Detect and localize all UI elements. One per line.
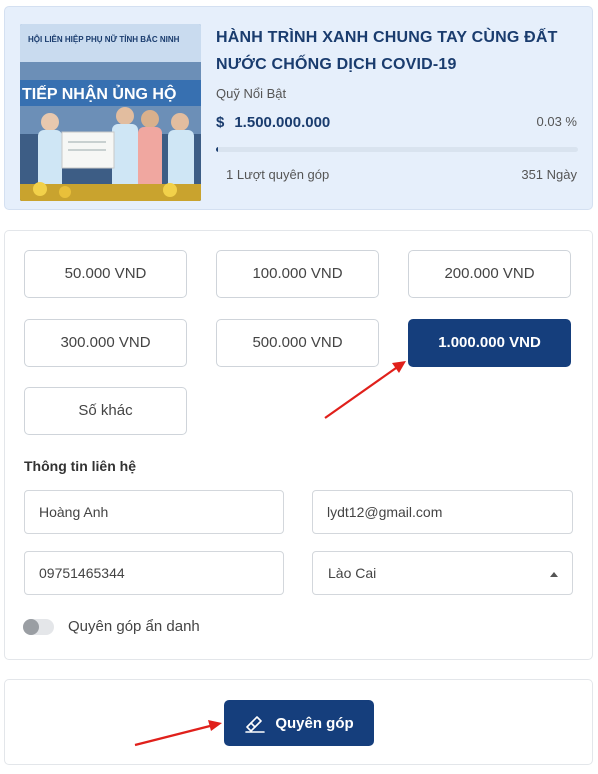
campaign-photo: HỘI LIÊN HIỆP PHỤ NỮ TỈNH BẮC NINH TIẾP … — [20, 24, 201, 201]
hand-heart-icon — [244, 712, 266, 734]
email-field[interactable] — [312, 490, 573, 534]
amount-option-other[interactable]: Số khác — [24, 387, 187, 435]
campaign-amount-raised: $1.500.000.000 — [216, 114, 330, 131]
campaign-organization: Quỹ Nổi Bật — [216, 86, 287, 101]
province-select-value: Lào Cai — [328, 565, 377, 581]
campaign-donor-count: 1 Lượt quyên góp — [226, 167, 330, 182]
submit-card: Quyên góp — [4, 679, 593, 765]
donate-button[interactable]: Quyên góp — [224, 700, 374, 746]
donate-button-label: Quyên góp — [275, 714, 354, 732]
toggle-knob — [23, 619, 39, 635]
currency-symbol: $ — [216, 114, 225, 131]
amount-option-100000[interactable]: 100.000 VND — [216, 250, 379, 298]
anonymous-toggle-label: Quyên góp ẩn danh — [68, 618, 200, 635]
amount-option-50000[interactable]: 50.000 VND — [24, 250, 187, 298]
amount-option-300000[interactable]: 300.000 VND — [24, 319, 187, 367]
caret-up-icon — [550, 572, 558, 577]
campaign-days-remaining: 351 Ngày — [521, 167, 577, 182]
campaign-progress-bar — [216, 147, 578, 152]
amount-raised-value: 1.500.000.000 — [234, 114, 331, 131]
amount-option-1000000[interactable]: 1.000.000 VND — [408, 319, 571, 367]
progress-fill — [216, 147, 218, 152]
amount-option-500000[interactable]: 500.000 VND — [216, 319, 379, 367]
campaign-title[interactable]: HÀNH TRÌNH XANH CHUNG TAY CÙNG ĐẤT NƯỚC … — [216, 24, 581, 78]
contact-section-title: Thông tin liên hệ — [24, 458, 136, 474]
amount-option-200000[interactable]: 200.000 VND — [408, 250, 571, 298]
campaign-card: HỘI LIÊN HIỆP PHỤ NỮ TỈNH BẮC NINH TIẾP … — [4, 6, 593, 210]
donation-form: 50.000 VND 100.000 VND 200.000 VND 300.0… — [4, 230, 593, 660]
photo-slogan-text: TIẾP NHẬN ỦNG HỘ — [22, 84, 176, 103]
phone-field[interactable] — [24, 551, 284, 595]
campaign-percent: 0.03 % — [536, 114, 577, 129]
name-field[interactable] — [24, 490, 284, 534]
province-select[interactable]: Lào Cai — [312, 551, 573, 595]
anonymous-toggle[interactable] — [23, 619, 54, 635]
photo-banner-text: HỘI LIÊN HIỆP PHỤ NỮ TỈNH BẮC NINH — [28, 35, 180, 44]
